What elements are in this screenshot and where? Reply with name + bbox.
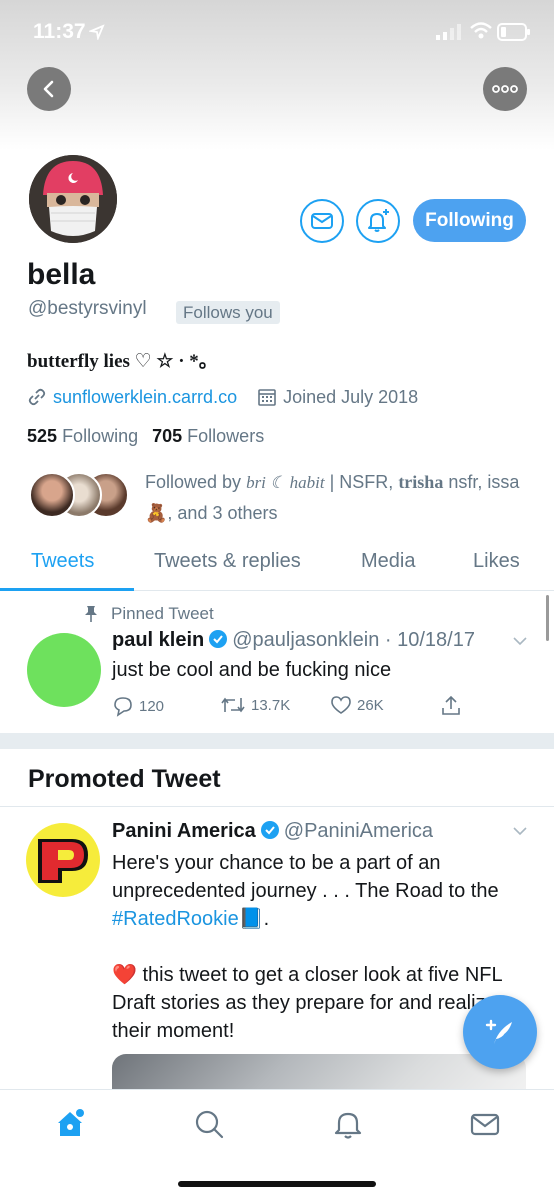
author-name[interactable]: paul klein	[112, 629, 204, 651]
followers-count: 705	[152, 426, 183, 446]
retweet-button[interactable]: 13.7K	[220, 695, 290, 715]
pinned-author-avatar[interactable]	[27, 633, 101, 707]
pinned-tweet-header: paul klein @pauljasonklein · 10/18/17	[112, 629, 475, 652]
panini-logo	[38, 839, 88, 883]
tab-likes[interactable]: Likes	[473, 550, 520, 573]
followers-label: Followers	[187, 426, 265, 446]
followed-by-avatars[interactable]	[29, 472, 129, 518]
followed-by-separator: nsfr,	[448, 472, 483, 492]
following-count-link[interactable]: 525 Following	[27, 426, 138, 446]
hashtag-link[interactable]: #RatedRookie	[112, 908, 239, 930]
share-icon	[442, 695, 460, 715]
like-button[interactable]: 26K	[330, 695, 384, 715]
scroll-indicator[interactable]	[546, 595, 549, 641]
link-icon	[28, 388, 46, 406]
message-button[interactable]	[300, 199, 344, 243]
bell-plus-icon	[368, 209, 389, 232]
avatar-photo	[29, 155, 117, 243]
followed-by-prefix: Followed by	[145, 472, 242, 492]
following-label: Following	[62, 426, 139, 446]
profile-tabs: Tweets Tweets & replies Media Likes	[0, 537, 554, 591]
back-button[interactable]	[27, 67, 71, 111]
promoted-text-part: ❤️ this tweet to get a closer look at fi…	[112, 964, 502, 1042]
profile-meta-row: sunflowerklein.carrd.co Joined July 2018	[27, 385, 418, 409]
compose-tweet-button[interactable]	[463, 995, 537, 1069]
active-tab-indicator	[0, 588, 134, 591]
back-icon	[43, 80, 54, 98]
followed-by-name: trisha	[398, 472, 444, 492]
panini-avatar[interactable]	[26, 823, 100, 897]
pinned-tweet-text: just be cool and be fucking nice	[112, 659, 392, 681]
promoted-text-part: Here's your chance to be a part of an un…	[112, 852, 499, 902]
verified-icon	[260, 821, 279, 839]
follower-avatar	[29, 472, 75, 518]
cell-signal-icon	[436, 24, 461, 40]
retweet-icon	[221, 697, 245, 713]
followers-count-link[interactable]: 705 Followers	[152, 426, 264, 446]
messages-icon[interactable]	[469, 1108, 501, 1140]
promoted-media-image[interactable]	[112, 1054, 526, 1094]
tab-tweets-replies[interactable]: Tweets & replies	[154, 550, 301, 573]
author-name[interactable]: Panini America	[112, 820, 256, 842]
following-button[interactable]: Following	[413, 199, 526, 242]
wifi-icon	[470, 22, 492, 39]
compose-icon	[485, 1019, 512, 1044]
status-bar: 11:37	[0, 0, 554, 64]
tweet-actions: 120 13.7K 26K	[112, 695, 472, 721]
profile-bio: butterfly lies ♡ ☆ · *。	[27, 351, 218, 372]
chevron-down-icon[interactable]	[512, 636, 528, 646]
status-time: 11:37	[33, 20, 86, 43]
more-options-button[interactable]	[483, 67, 527, 111]
notifications-toggle-button[interactable]	[356, 199, 400, 243]
home-indicator[interactable]	[178, 1181, 376, 1187]
notifications-icon[interactable]	[332, 1108, 364, 1140]
tab-tweets[interactable]: Tweets	[31, 550, 94, 573]
like-icon	[331, 696, 351, 714]
author-handle[interactable]: @PaniniAmerica	[284, 820, 433, 842]
followed-by-text[interactable]: Followed by bri ☾ habit | NSFR, trisha n…	[145, 467, 525, 529]
location-arrow-icon	[89, 24, 105, 40]
reply-icon	[114, 697, 132, 717]
pinned-tweet-label: Pinned Tweet	[111, 604, 214, 623]
calendar-icon	[258, 389, 276, 406]
followed-by-name: bri ☾ habit	[246, 473, 325, 492]
website-link[interactable]: sunflowerklein.carrd.co	[53, 387, 237, 408]
retweet-count: 13.7K	[251, 696, 291, 714]
profile-handle: @bestyrsvinyl	[28, 298, 147, 319]
promoted-tweet-text: Here's your chance to be a part of an un…	[112, 849, 512, 1045]
home-icon[interactable]	[55, 1108, 87, 1140]
divider	[0, 806, 554, 807]
more-icon	[492, 85, 518, 93]
promoted-tweet-title: Promoted Tweet	[28, 765, 221, 793]
tab-media[interactable]: Media	[361, 550, 415, 573]
like-count: 26K	[357, 696, 384, 714]
pin-icon	[85, 606, 97, 622]
verified-icon	[209, 630, 228, 648]
reply-button[interactable]: 120	[112, 695, 164, 717]
author-handle-date[interactable]: @pauljasonklein · 10/18/17	[232, 629, 475, 651]
reply-count: 120	[139, 697, 165, 715]
joined-date: Joined July 2018	[283, 386, 419, 407]
promoted-text-end: 📘.	[238, 908, 270, 930]
display-name: bella	[27, 258, 96, 291]
search-icon[interactable]	[193, 1108, 225, 1140]
battery-icon	[497, 23, 530, 41]
mail-icon	[311, 213, 333, 229]
following-count: 525	[27, 426, 58, 446]
promoted-tweet-header: Panini America @PaniniAmerica	[112, 820, 433, 843]
chevron-down-icon[interactable]	[512, 826, 528, 836]
follows-you-badge: Follows you	[176, 301, 280, 324]
followed-by-separator: | NSFR,	[329, 472, 394, 492]
follow-counts: 525 Following 705 Followers	[27, 426, 264, 447]
section-separator	[0, 733, 554, 749]
followed-by-suffix: , and 3 others	[167, 503, 278, 523]
share-button[interactable]	[440, 695, 462, 717]
profile-avatar[interactable]	[26, 152, 120, 246]
